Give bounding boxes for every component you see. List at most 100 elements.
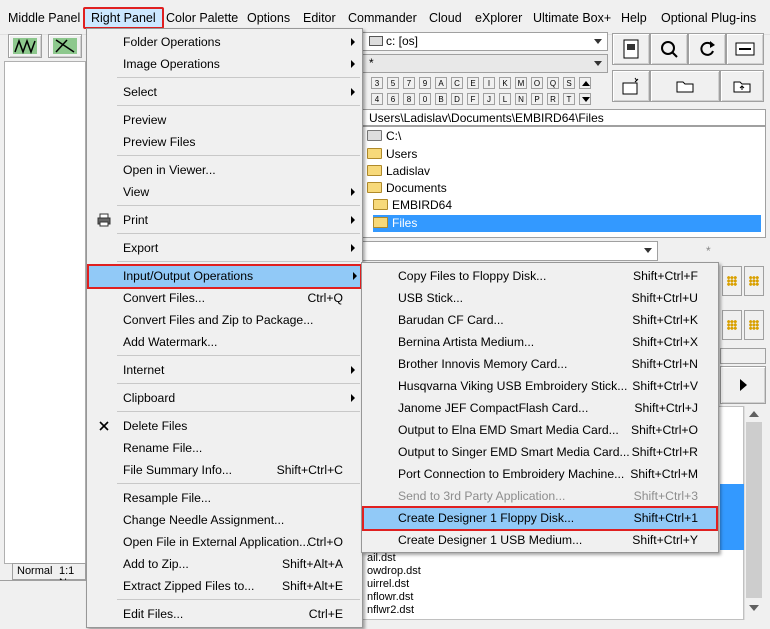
grid-view-button[interactable]: [744, 310, 764, 340]
menu-item-usb-stick[interactable]: USB Stick... Shift+Ctrl+U: [364, 287, 716, 309]
menu-help[interactable]: Help: [621, 7, 647, 29]
menu-item-create-designer1-floppy[interactable]: Create Designer 1 Floppy Disk... Shift+Ct…: [362, 506, 718, 531]
tree-item[interactable]: Users: [367, 146, 417, 163]
menu-color-palette[interactable]: Color Palette: [166, 7, 238, 29]
file-row[interactable]: uirrel.dst: [367, 578, 409, 591]
menu-editor[interactable]: Editor: [303, 7, 336, 29]
filter-key[interactable]: C: [451, 77, 463, 89]
menu-item-image-operations[interactable]: Image Operations: [89, 53, 360, 75]
filter-key[interactable]: 3: [371, 77, 383, 89]
menu-item-janome-jef[interactable]: Janome JEF CompactFlash Card... Shift+Ctr…: [364, 397, 716, 419]
menu-right-panel[interactable]: Right Panel: [83, 7, 164, 29]
filter-key[interactable]: 4: [371, 93, 383, 105]
menu-item-elna-emd[interactable]: Output to Elna EMD Smart Media Card... Sh…: [364, 419, 716, 441]
filter-key[interactable]: 7: [403, 77, 415, 89]
card-button[interactable]: [726, 33, 764, 65]
filter-key[interactable]: E: [467, 77, 479, 89]
menu-item-preview-files[interactable]: Preview Files: [89, 131, 360, 153]
tree-item[interactable]: Documents: [367, 180, 447, 197]
tree-item-selected[interactable]: Files: [373, 215, 761, 232]
scroll-thumb[interactable]: [746, 422, 762, 598]
grid-view-button[interactable]: [722, 266, 742, 296]
menu-commander[interactable]: Commander: [348, 7, 417, 29]
tree-item[interactable]: EMBIRD64: [373, 197, 452, 214]
filter-key[interactable]: A: [435, 77, 447, 89]
stitch-tool-button[interactable]: [8, 34, 42, 58]
filter-key[interactable]: M: [515, 77, 527, 89]
tab-normal[interactable]: Normal: [17, 565, 52, 577]
filter-key[interactable]: 8: [403, 93, 415, 105]
scroll-down-icon[interactable]: [749, 605, 759, 611]
tree-item[interactable]: Ladislav: [367, 163, 430, 180]
menu-middle-panel[interactable]: Middle Panel: [8, 7, 80, 29]
menu-item-folder-operations[interactable]: Folder Operations: [89, 31, 360, 53]
menu-item-delete-files[interactable]: Delete Files: [89, 415, 360, 437]
file-row[interactable]: owdrop.dst: [367, 565, 421, 578]
menu-item-file-summary-info[interactable]: File Summary Info... Shift+Ctrl+C: [89, 459, 360, 481]
menu-item-resample-file[interactable]: Resample File...: [89, 487, 360, 509]
search-field[interactable]: [362, 241, 658, 261]
file-row[interactable]: nflwr2.dst: [367, 604, 414, 617]
filter-key[interactable]: J: [483, 93, 495, 105]
menu-item-input-output-operations[interactable]: Input/Output Operations: [87, 264, 362, 289]
menu-item-rename-file[interactable]: Rename File...: [89, 437, 360, 459]
filter-key[interactable]: T: [563, 93, 575, 105]
folder-button[interactable]: [650, 70, 720, 102]
filter-key[interactable]: N: [515, 93, 527, 105]
filter-key[interactable]: 9: [419, 77, 431, 89]
menu-item-preview[interactable]: Preview: [89, 109, 360, 131]
menu-item-convert-and-zip[interactable]: Convert Files and Zip to Package...: [89, 309, 360, 331]
filter-key[interactable]: S: [563, 77, 575, 89]
menu-item-singer-emd[interactable]: Output to Singer EMD Smart Media Card...…: [364, 441, 716, 463]
menu-item-change-needle-assignment[interactable]: Change Needle Assignment...: [89, 509, 360, 531]
menu-item-create-designer1-usb[interactable]: Create Designer 1 USB Medium... Shift+Ctr…: [364, 529, 716, 551]
menu-item-copy-to-floppy[interactable]: Copy Files to Floppy Disk... Shift+Ctrl+F: [364, 265, 716, 287]
filter-key[interactable]: Q: [547, 77, 559, 89]
menu-item-internet[interactable]: Internet: [89, 359, 360, 381]
scroll-down-icon[interactable]: [579, 93, 591, 105]
filter-key[interactable]: R: [547, 93, 559, 105]
tree-item[interactable]: C:\: [367, 128, 401, 145]
menu-item-bernina-artista[interactable]: Bernina Artista Medium... Shift+Ctrl+X: [364, 331, 716, 353]
filter-key[interactable]: 0: [419, 93, 431, 105]
filter-select[interactable]: *: [362, 54, 608, 73]
filter-key[interactable]: I: [483, 77, 495, 89]
folder-up-button[interactable]: [720, 70, 764, 102]
menu-item-convert-files[interactable]: Convert Files... Ctrl+Q: [89, 287, 360, 309]
print-file-button[interactable]: [612, 33, 650, 65]
menu-ultimate-box[interactable]: Ultimate Box+: [533, 7, 611, 29]
filter-key[interactable]: B: [435, 93, 447, 105]
menu-item-extract-zipped[interactable]: Extract Zipped Files to... Shift+Alt+E: [89, 575, 360, 597]
stitch-cut-tool-button[interactable]: [48, 34, 82, 58]
file-list-scrollbar[interactable]: [744, 406, 764, 620]
left-design-canvas[interactable]: [4, 61, 86, 564]
menu-item-export[interactable]: Export: [89, 237, 360, 259]
scroll-up-icon[interactable]: [749, 411, 759, 417]
menu-item-port-connection[interactable]: Port Connection to Embroidery Machine...…: [364, 463, 716, 485]
menu-item-print[interactable]: Print: [89, 209, 360, 231]
menu-item-clipboard[interactable]: Clipboard: [89, 387, 360, 409]
menu-explorer[interactable]: eXplorer: [475, 7, 522, 29]
menu-options[interactable]: Options: [247, 7, 290, 29]
menu-item-view[interactable]: View: [89, 181, 360, 203]
filter-key[interactable]: K: [499, 77, 511, 89]
menu-item-husqvarna-viking[interactable]: Husqvarna Viking USB Embroidery Stick...…: [364, 375, 716, 397]
grid-view-button[interactable]: [722, 310, 742, 340]
filter-key[interactable]: 5: [387, 77, 399, 89]
menu-item-select[interactable]: Select: [89, 81, 360, 103]
filter-key[interactable]: O: [531, 77, 543, 89]
zoom-button[interactable]: [650, 33, 688, 65]
refresh-button[interactable]: [688, 33, 726, 65]
filter-key[interactable]: F: [467, 93, 479, 105]
grid-view-button[interactable]: [744, 266, 764, 296]
drive-select[interactable]: c: [os]: [362, 32, 608, 51]
menu-item-brother-innovis[interactable]: Brother Innovis Memory Card... Shift+Ctrl…: [364, 353, 716, 375]
new-file-button[interactable]: [612, 70, 650, 102]
menu-item-add-to-zip[interactable]: Add to Zip... Shift+Alt+A: [89, 553, 360, 575]
menu-optional-plugins[interactable]: Optional Plug-ins: [661, 7, 756, 29]
filter-key[interactable]: P: [531, 93, 543, 105]
filter-key[interactable]: D: [451, 93, 463, 105]
menu-item-open-in-viewer[interactable]: Open in Viewer...: [89, 159, 360, 181]
play-button[interactable]: [720, 366, 766, 404]
menu-item-barudan-cf[interactable]: Barudan CF Card... Shift+Ctrl+K: [364, 309, 716, 331]
